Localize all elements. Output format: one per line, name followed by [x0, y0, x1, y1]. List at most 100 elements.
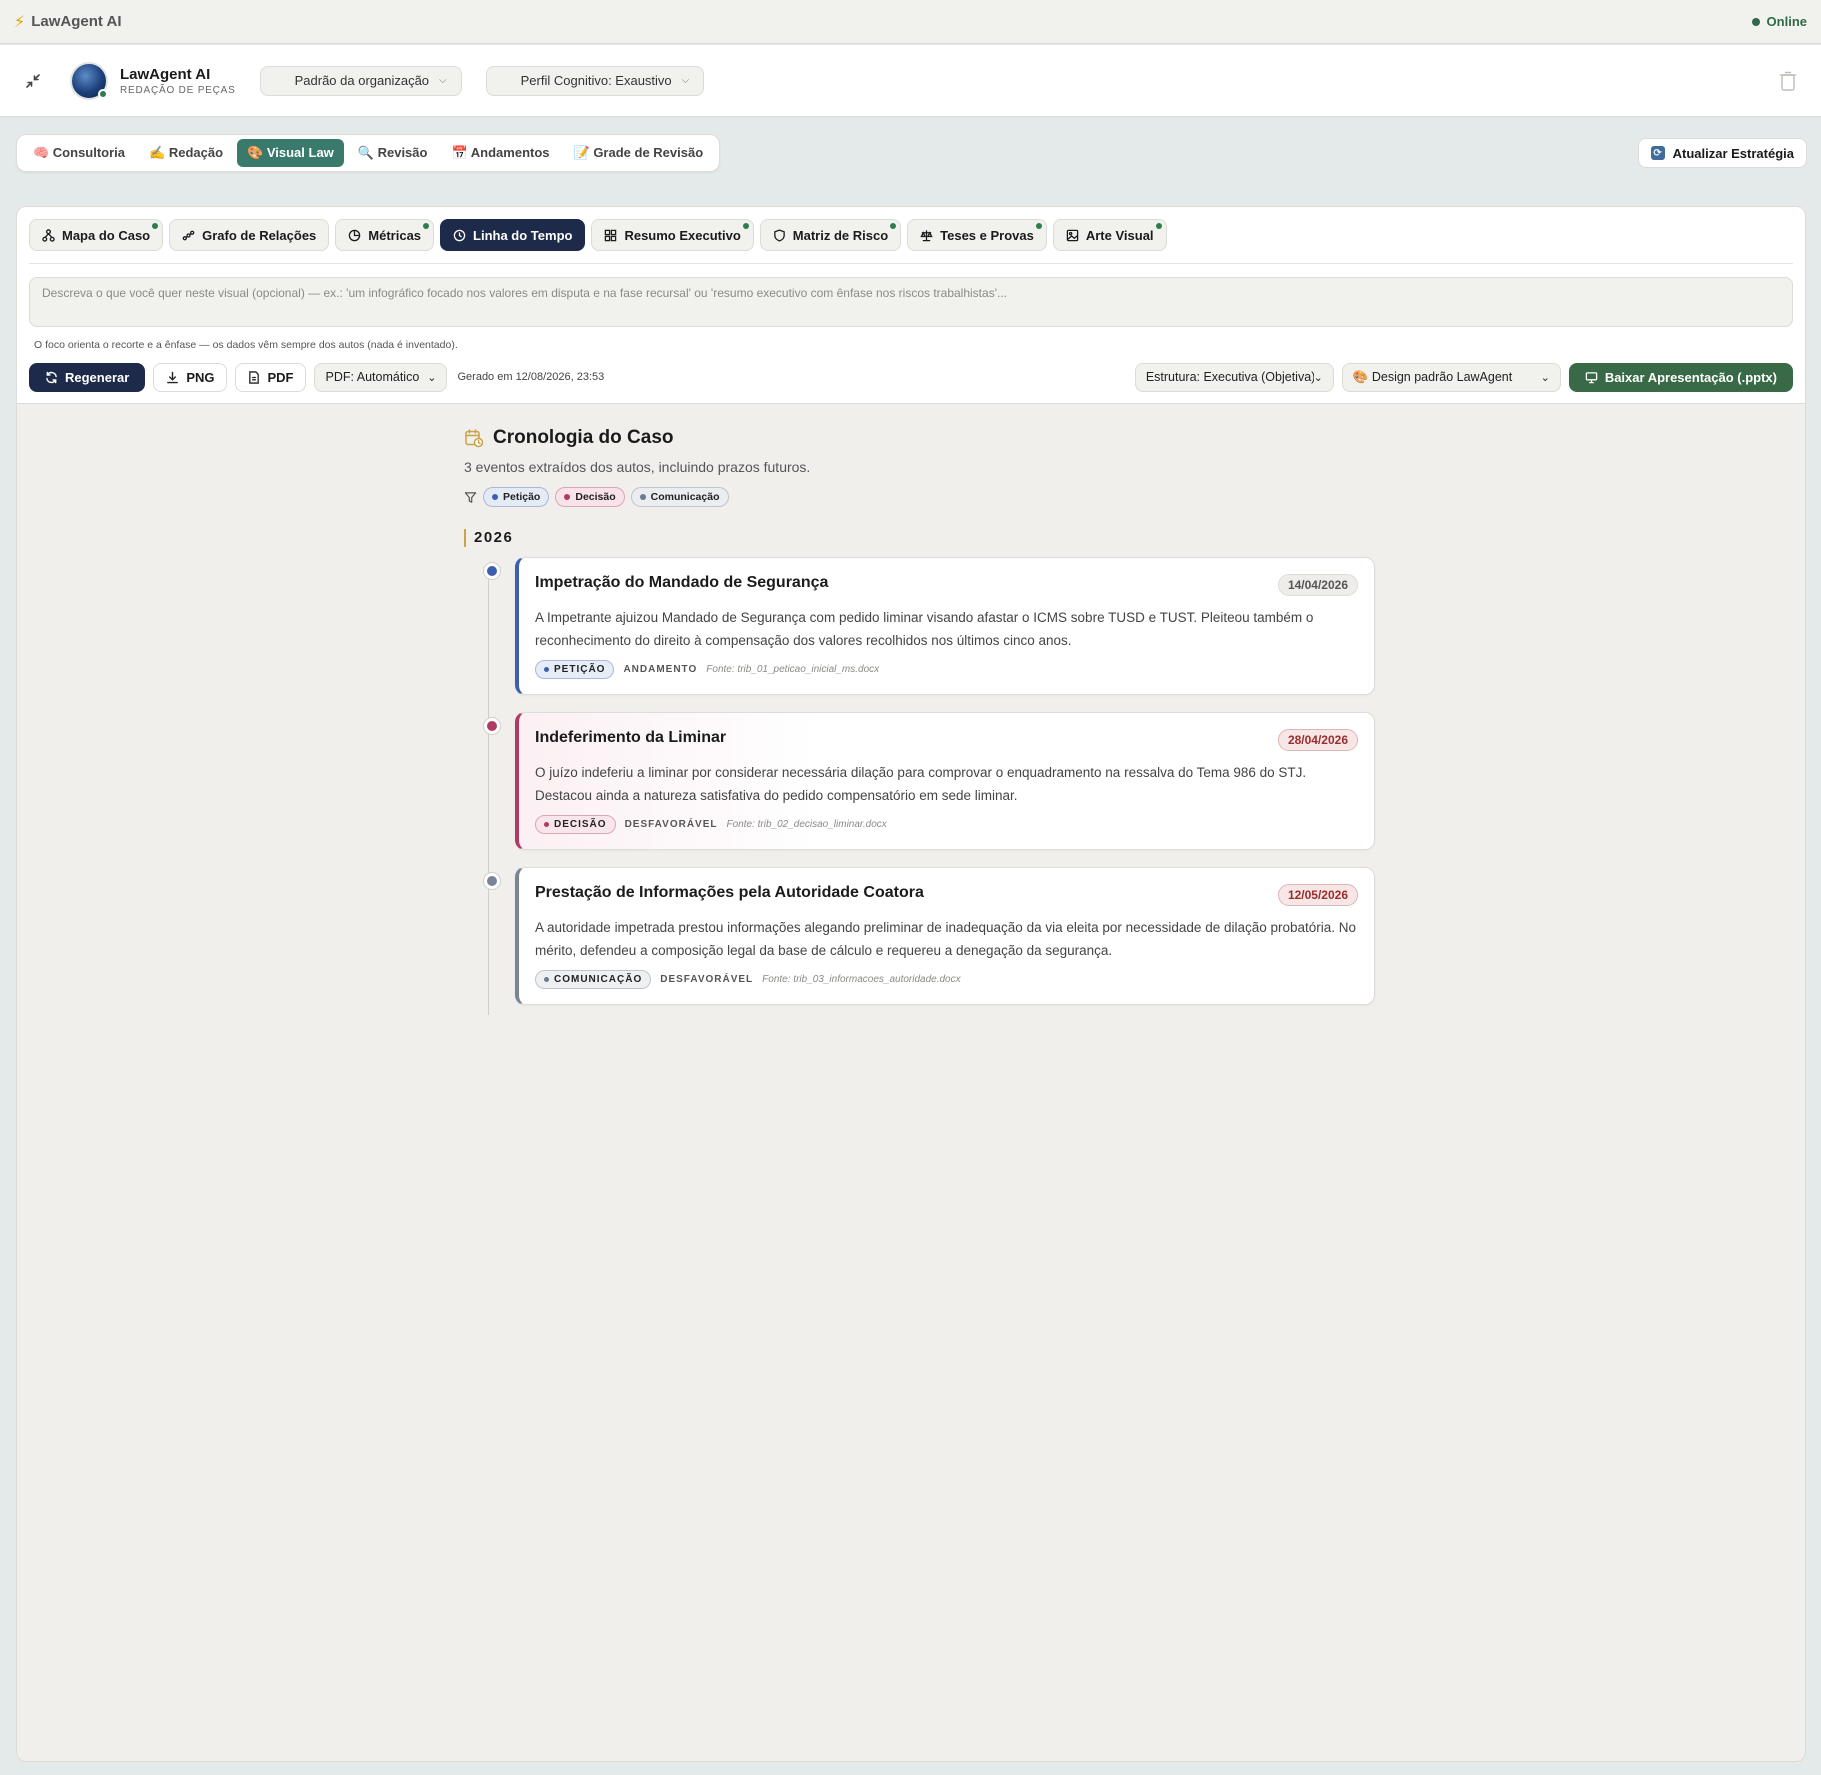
org-profile-select[interactable]: Padrão da organização ⌵	[259, 65, 462, 96]
event-type-tag: DECISÃO	[535, 815, 616, 834]
tab-grade-revisao[interactable]: 📝 Grade de Revisão	[564, 139, 714, 167]
ready-dot	[152, 223, 159, 229]
ready-dot	[890, 223, 897, 229]
pdf-mode-value: PDF: Automático	[325, 370, 420, 384]
graph-icon	[182, 230, 195, 240]
app-bar: ⚡ LawAgent AI Online	[0, 0, 1821, 44]
download-icon	[167, 371, 179, 383]
visual-controls: Mapa do Caso Grafo de Relações Métricas …	[17, 207, 1805, 404]
download-pptx-button[interactable]: Baixar Apresentação (.pptx)	[1568, 362, 1793, 392]
dot-icon	[639, 494, 646, 500]
update-strategy-button[interactable]: ⟳ Atualizar Estratégia	[1637, 138, 1807, 168]
subtab-linha-do-tempo[interactable]: Linha do Tempo	[440, 219, 586, 251]
chevron-down-icon: ⌄	[427, 371, 437, 384]
event-title: Indeferimento da Liminar	[535, 729, 727, 746]
main-tabs: 🧠 Consultoria ✍️ Redação 🎨 Visual Law 🔍 …	[16, 134, 721, 172]
year-heading: 2026	[464, 529, 1384, 547]
subtab-resumo-executivo[interactable]: Resumo Executivo	[591, 219, 754, 251]
connection-status: Online	[1751, 14, 1807, 29]
subtab-grafo-de-relacoes[interactable]: Grafo de Relações	[169, 219, 330, 251]
filter-chip-comunicacao[interactable]: Comunicação	[630, 487, 729, 507]
event-title: Prestação de Informações pela Autoridade…	[535, 884, 924, 901]
timeline-node	[484, 563, 500, 579]
refresh-icon	[46, 371, 57, 383]
sitemap-icon	[42, 228, 55, 242]
regenerate-label: Regenerar	[65, 369, 130, 385]
dot-icon	[564, 494, 571, 500]
event-kind: DESFAVORÁVEL	[624, 819, 718, 830]
tab-redacao[interactable]: ✍️ Redação	[139, 139, 233, 167]
prompt-hint: O foco orienta o recorte e a ênfase — os…	[34, 339, 458, 351]
event-date: 14/04/2026	[1277, 574, 1358, 596]
timeline-event[interactable]: Impetração do Mandado de Segurança 14/04…	[484, 557, 1375, 695]
pdf-button[interactable]: PDF	[235, 362, 307, 392]
file-icon	[249, 370, 260, 384]
event-type-tag: COMUNICAÇÃO	[535, 970, 652, 989]
bolt-icon: ⚡	[14, 13, 26, 31]
tab-consultoria[interactable]: 🧠 Consultoria	[23, 139, 135, 167]
update-strategy-label: Atualizar Estratégia	[1672, 145, 1794, 161]
chevron-down-icon: ⌵	[681, 75, 690, 86]
shield-icon	[773, 228, 785, 242]
filter-icon	[464, 491, 477, 503]
png-button[interactable]: PNG	[153, 362, 228, 392]
visual-prompt-input[interactable]: Descreva o que você quer neste visual (o…	[29, 277, 1793, 327]
avatar-online-dot	[98, 88, 108, 99]
collapse-icon[interactable]	[22, 70, 44, 92]
agent-subtitle: REDAÇÃO DE PEÇAS	[120, 84, 236, 96]
case-timeline: Cronologia do Caso 3 eventos extraídos d…	[464, 427, 1384, 1022]
event-description: O juízo indeferiu a liminar por consider…	[535, 765, 1307, 803]
structure-select[interactable]: Estrutura: Executiva (Objetiva) ⌄	[1134, 362, 1334, 392]
subtab-label: Resumo Executivo	[624, 227, 741, 243]
trash-icon[interactable]	[1777, 70, 1799, 92]
timeline-event[interactable]: Prestação de Informações pela Autoridade…	[484, 867, 1375, 1005]
subtab-label: Teses e Provas	[940, 227, 1034, 243]
timeline-node	[484, 718, 500, 734]
subtab-metricas[interactable]: Métricas	[335, 219, 435, 251]
subtab-label: Métricas	[368, 227, 422, 243]
event-date: 12/05/2026	[1277, 884, 1358, 906]
subtab-label: Arte Visual	[1085, 227, 1154, 243]
event-title: Impetração do Mandado de Segurança	[535, 574, 829, 591]
subtab-arte-visual[interactable]: Arte Visual	[1052, 219, 1167, 251]
agent-info: LawAgent AI REDAÇÃO DE PEÇAS	[120, 66, 236, 96]
org-profile-value: Padrão da organização	[294, 73, 430, 88]
chevron-down-icon: ⌄	[1540, 371, 1550, 384]
tab-visual-law[interactable]: 🎨 Visual Law	[237, 139, 344, 167]
timeline-event[interactable]: Indeferimento da Liminar 28/04/2026 O ju…	[484, 712, 1375, 850]
design-select[interactable]: 🎨 Design padrão LawAgent ⌄	[1341, 362, 1561, 392]
chevron-down-icon: ⌄	[1313, 371, 1323, 384]
tab-andamentos[interactable]: 📅 Andamentos	[441, 139, 559, 167]
event-description: A Impetrante ajuizou Mandado de Seguranç…	[535, 610, 1314, 648]
chip-label: Petição	[503, 491, 541, 503]
filter-chip-decisao[interactable]: Decisão	[555, 487, 625, 507]
filter-chip-peticao[interactable]: Petição	[483, 487, 550, 507]
event-type-tag: PETIÇÃO	[535, 660, 615, 679]
pdf-mode-select[interactable]: PDF: Automático ⌄	[314, 362, 448, 392]
generated-at: Gerado em 12/08/2026, 23:53	[457, 371, 605, 383]
subtab-label: Linha do Tempo	[473, 227, 573, 243]
subtab-matriz-de-risco[interactable]: Matriz de Risco	[759, 219, 902, 251]
event-description: A autoridade impetrada prestou informaçõ…	[535, 920, 1357, 958]
chip-label: Decisão	[575, 491, 616, 503]
visual-law-panel: Mapa do Caso Grafo de Relações Métricas …	[16, 206, 1806, 1762]
subtab-mapa-do-caso[interactable]: Mapa do Caso	[29, 219, 164, 251]
agent-name: LawAgent AI	[120, 65, 211, 83]
divider	[29, 263, 1793, 264]
dot-icon	[492, 494, 498, 500]
regenerate-button[interactable]: Regenerar	[29, 362, 146, 392]
calendar-clock-icon	[465, 429, 484, 448]
event-source: Fonte: trib_01_peticao_inicial_ms.docx	[706, 664, 880, 675]
subtab-teses-e-provas[interactable]: Teses e Provas	[907, 219, 1047, 251]
chip-label: Comunicação	[650, 491, 720, 503]
design-value: 🎨 Design padrão LawAgent	[1352, 369, 1513, 384]
tab-revisao[interactable]: 🔍 Revisão	[348, 139, 438, 167]
dot-icon	[544, 667, 549, 672]
download-label: Baixar Apresentação (.pptx)	[1604, 369, 1777, 385]
refresh-icon: ⟳	[1650, 146, 1665, 160]
event-source: Fonte: trib_03_informacoes_autoridade.do…	[762, 974, 961, 985]
cognitive-profile-select[interactable]: Perfil Cognitivo: Exaustivo ⌵	[485, 65, 705, 96]
scale-icon	[920, 229, 933, 241]
timeline-events: Impetração do Mandado de Segurança 14/04…	[464, 557, 1384, 1015]
ready-dot	[1155, 223, 1162, 229]
